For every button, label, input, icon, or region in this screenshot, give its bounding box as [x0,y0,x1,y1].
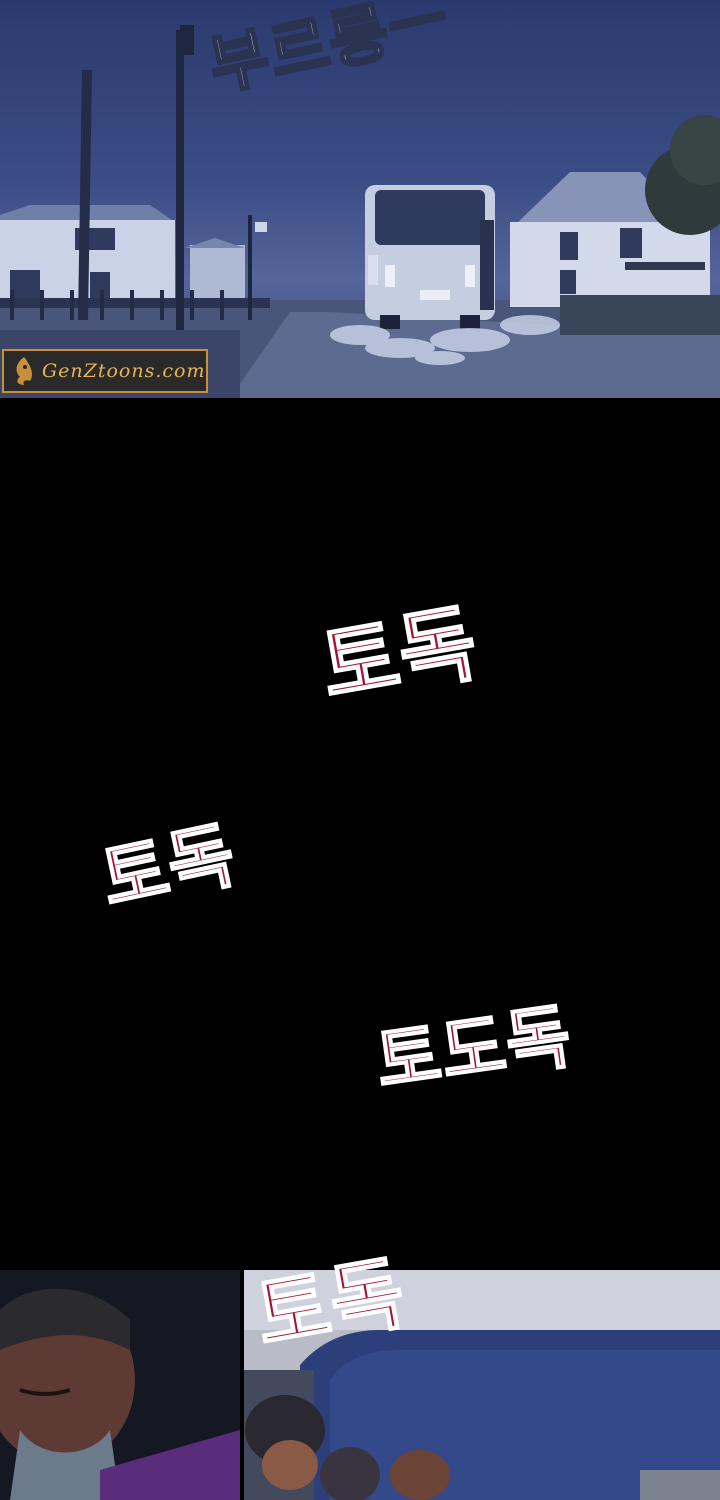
night-street-panel: 부르릉ㅡ GenZtoons.com [0,0,720,398]
dragon-logo-icon [16,357,32,385]
watermark-badge: GenZtoons.com [2,349,208,393]
black-panel: 토독 토독 토도독 [0,398,720,1270]
tap-sfx-3: 토도독 [370,994,578,1105]
tap-sfx-2: 토독 [93,811,244,923]
watermark-text: GenZtoons.com [42,360,206,382]
tap-sfx-1: 토독 [313,592,486,718]
